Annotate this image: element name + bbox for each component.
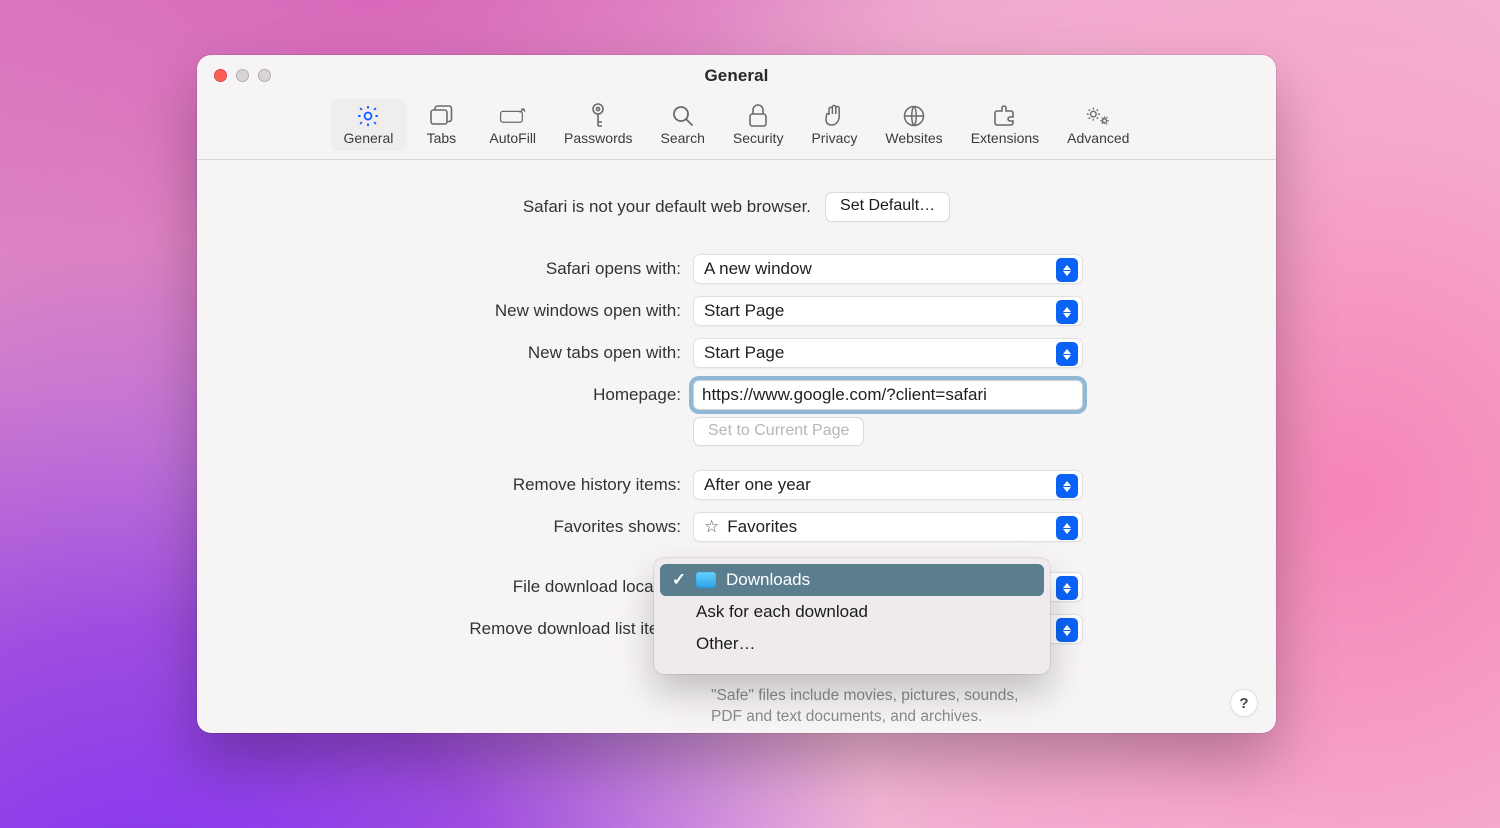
label-favorites-shows: Favorites shows:: [221, 517, 681, 537]
label-safari-opens-with: Safari opens with:: [221, 259, 681, 279]
traffic-lights: [214, 69, 271, 82]
close-window-button[interactable]: [214, 69, 227, 82]
label-homepage: Homepage:: [221, 385, 681, 405]
select-favorites-shows[interactable]: ☆ Favorites: [693, 512, 1083, 542]
toolbar-label: Advanced: [1067, 130, 1129, 146]
window-title: General: [197, 66, 1276, 86]
select-remove-history[interactable]: After one year: [693, 470, 1083, 500]
autofill-icon: [499, 105, 527, 127]
homepage-input[interactable]: [693, 380, 1083, 410]
set-current-page-button[interactable]: Set to Current Page: [693, 417, 864, 446]
gears-icon: [1084, 105, 1112, 127]
folder-icon: [696, 572, 716, 588]
puzzle-icon: [991, 105, 1019, 127]
toolbar-advanced[interactable]: Advanced: [1053, 99, 1143, 151]
select-value: A new window: [704, 259, 812, 279]
toolbar-security[interactable]: Security: [719, 99, 798, 151]
chevron-updown-icon: [1056, 258, 1078, 282]
safe-files-footnote: "Safe" files include movies, pictures, s…: [711, 686, 1071, 728]
chevron-updown-icon: [1056, 300, 1078, 324]
toolbar-autofill[interactable]: AutoFill: [475, 99, 550, 151]
set-default-button[interactable]: Set Default…: [825, 192, 950, 222]
menu-item-ask[interactable]: Ask for each download: [660, 596, 1044, 628]
label-download-location: File download location: [221, 577, 681, 597]
footnote-line: PDF and text documents, and archives.: [711, 707, 1071, 728]
label-remove-downloads: Remove download list items: [221, 619, 681, 639]
toolbar-label: Passwords: [564, 130, 632, 146]
toolbar-label: Security: [733, 130, 784, 146]
help-symbol: ?: [1239, 695, 1248, 712]
footnote-line: "Safe" files include movies, pictures, s…: [711, 686, 1071, 707]
check-icon: ✓: [672, 570, 686, 590]
label-new-windows-open-with: New windows open with:: [221, 301, 681, 321]
menu-item-other[interactable]: Other…: [660, 628, 1044, 660]
gear-icon: [354, 105, 382, 127]
toolbar-label: Tabs: [427, 130, 457, 146]
label-new-tabs-open-with: New tabs open with:: [221, 343, 681, 363]
toolbar-label: AutoFill: [489, 130, 536, 146]
globe-icon: [900, 105, 928, 127]
menu-item-label: Other…: [696, 634, 1032, 654]
toolbar-privacy[interactable]: Privacy: [797, 99, 871, 151]
search-icon: [669, 105, 697, 127]
chevron-updown-icon: [1056, 516, 1078, 540]
help-button[interactable]: ?: [1230, 689, 1258, 717]
default-browser-message: Safari is not your default web browser.: [523, 197, 811, 217]
titlebar: General: [197, 55, 1276, 97]
select-value: Start Page: [704, 301, 784, 321]
hand-icon: [820, 105, 848, 127]
menu-item-downloads[interactable]: ✓ Downloads: [660, 564, 1044, 596]
menu-item-label: Ask for each download: [696, 602, 1032, 622]
toolbar-label: Privacy: [811, 130, 857, 146]
chevron-updown-icon: [1056, 576, 1078, 600]
toolbar-search[interactable]: Search: [647, 99, 719, 151]
lock-icon: [744, 105, 772, 127]
toolbar-extensions[interactable]: Extensions: [957, 99, 1053, 151]
toolbar-passwords[interactable]: Passwords: [550, 99, 646, 151]
label-remove-history: Remove history items:: [221, 475, 681, 495]
select-value: After one year: [704, 475, 811, 495]
toolbar-general[interactable]: General: [330, 99, 408, 151]
select-value: Favorites: [727, 517, 797, 537]
menu-item-label: Downloads: [726, 570, 1032, 590]
star-icon: ☆: [704, 517, 719, 537]
select-new-windows-open-with[interactable]: Start Page: [693, 296, 1083, 326]
chevron-updown-icon: [1056, 474, 1078, 498]
toolbar-label: Search: [661, 130, 705, 146]
toolbar-label: Extensions: [971, 130, 1039, 146]
select-new-tabs-open-with[interactable]: Start Page: [693, 338, 1083, 368]
chevron-updown-icon: [1056, 342, 1078, 366]
preferences-toolbar: General Tabs AutoFill Passwords: [197, 97, 1276, 160]
default-browser-row: Safari is not your default web browser. …: [221, 192, 1252, 222]
download-location-menu[interactable]: ✓ Downloads Ask for each download Other…: [654, 558, 1050, 674]
zoom-window-button[interactable]: [258, 69, 271, 82]
toolbar-label: Websites: [885, 130, 942, 146]
toolbar-label: General: [344, 130, 394, 146]
tabs-icon: [427, 105, 455, 127]
chevron-updown-icon: [1056, 618, 1078, 642]
toolbar-websites[interactable]: Websites: [871, 99, 956, 151]
select-value: Start Page: [704, 343, 784, 363]
select-safari-opens-with[interactable]: A new window: [693, 254, 1083, 284]
toolbar-tabs[interactable]: Tabs: [407, 99, 475, 151]
minimize-window-button[interactable]: [236, 69, 249, 82]
key-icon: [584, 105, 612, 127]
